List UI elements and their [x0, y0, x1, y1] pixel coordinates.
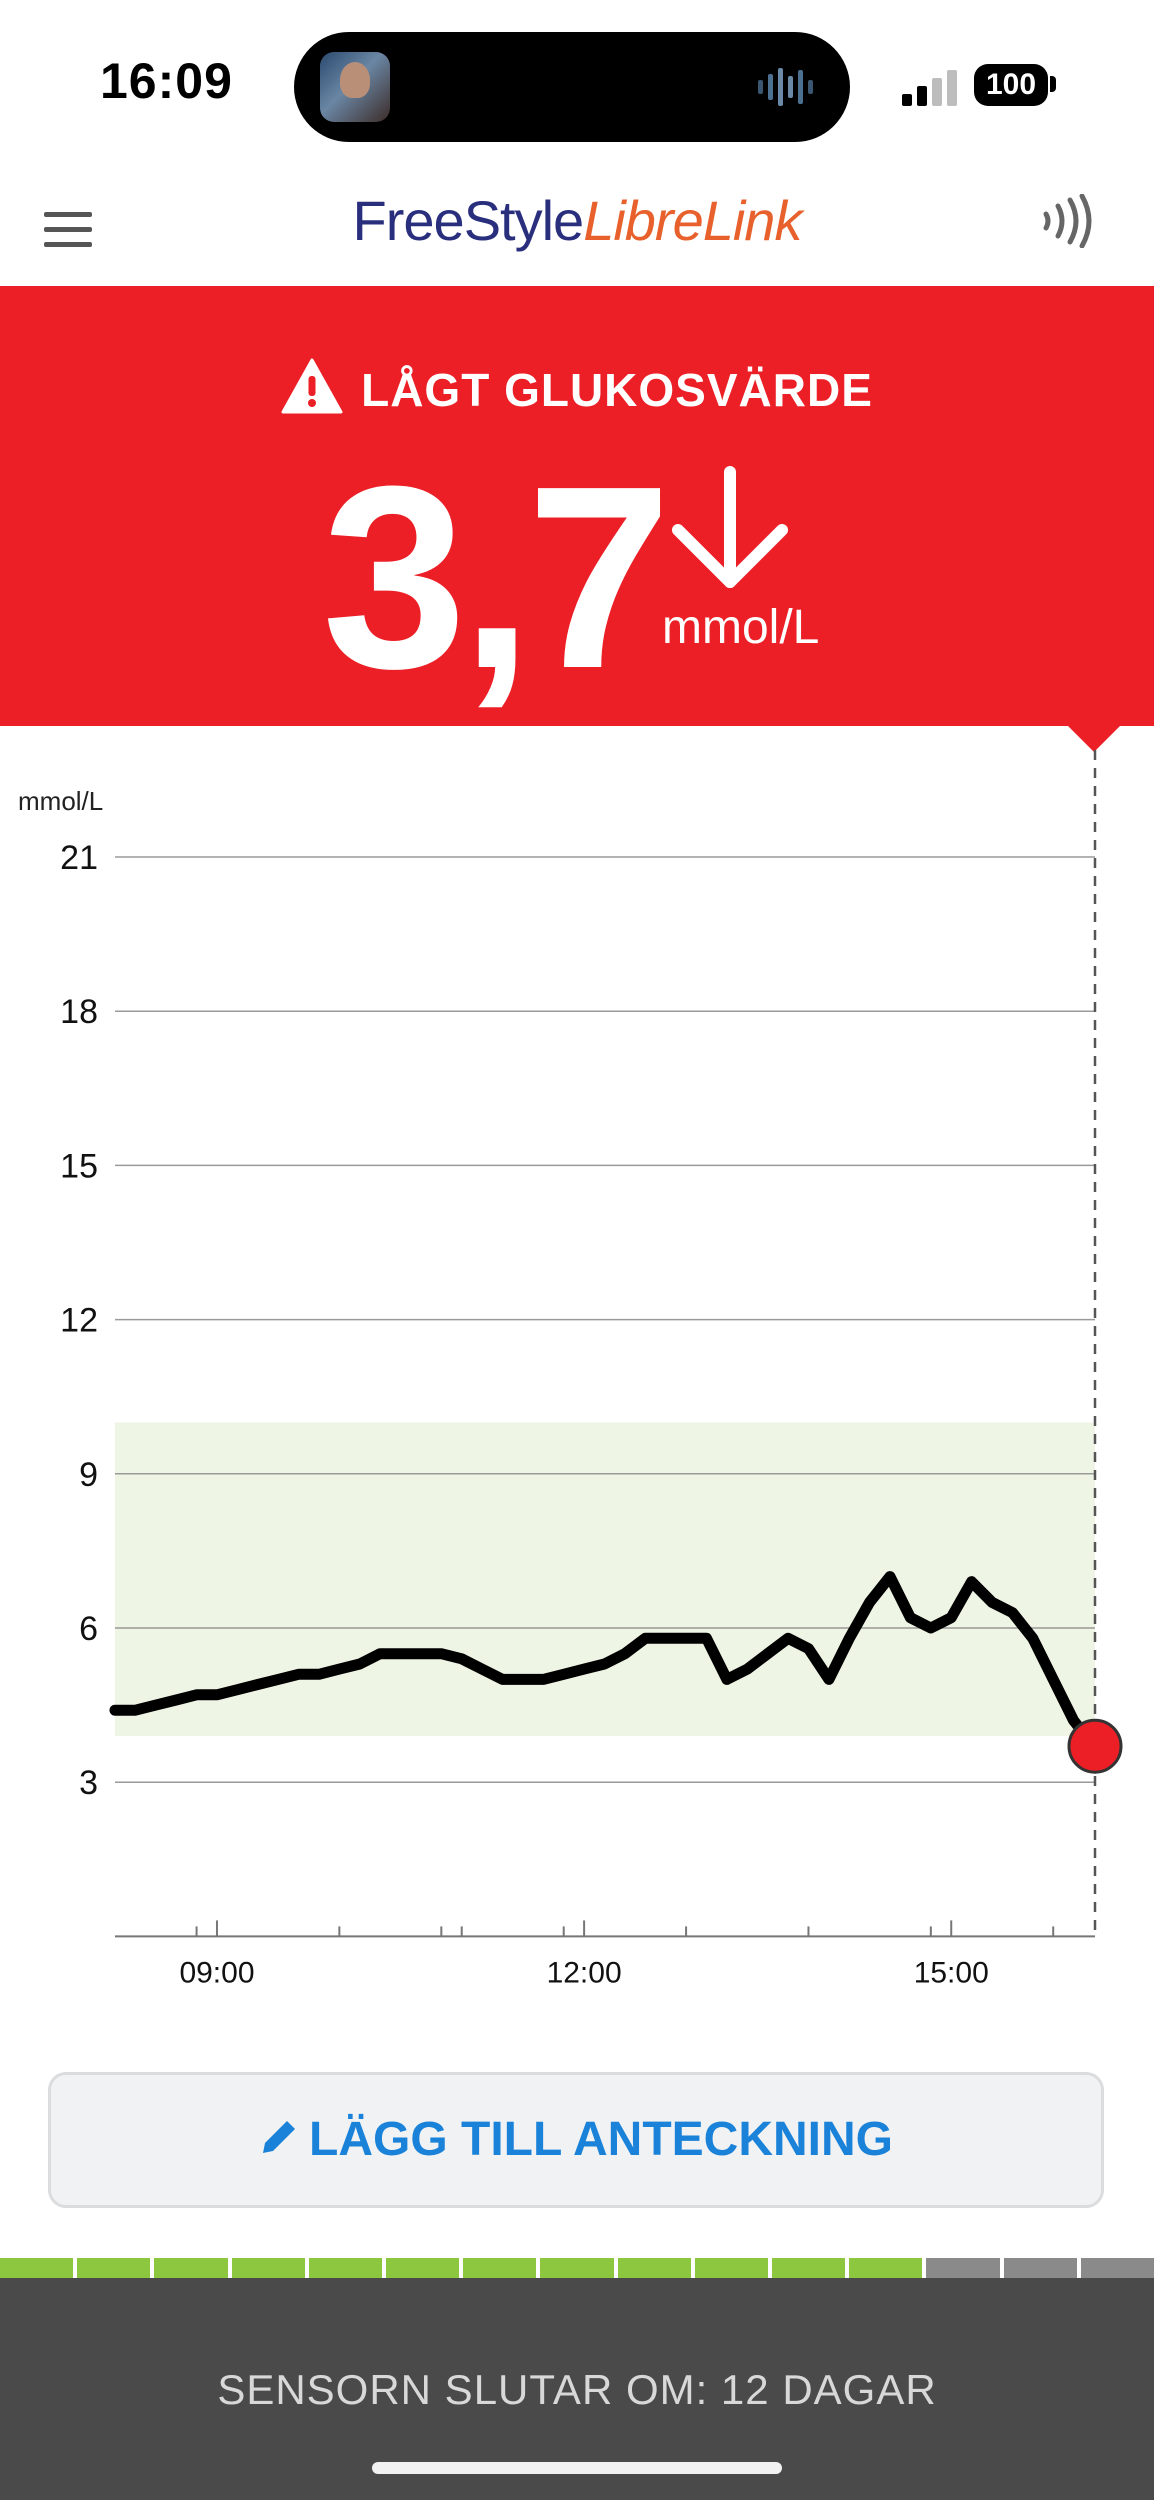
audio-waveform-icon: [758, 68, 813, 106]
sensor-expiry-text: SENSORN SLUTAR OM: 12 DAGAR: [217, 2366, 937, 2413]
sensor-life-bar: [0, 2258, 1154, 2278]
add-note-button[interactable]: LÄGG TILL ANTECKNING: [48, 2072, 1104, 2208]
brand-freestyle: FreeStyle: [352, 189, 585, 252]
glucose-chart[interactable]: 21 18 15 12 9 6 3 09:00 12:00 15:00: [0, 726, 1154, 2026]
app-logo: FreeStyleLibreLink: [0, 188, 1154, 253]
status-time: 16:09: [100, 53, 233, 109]
glucose-value: 3,7: [322, 433, 671, 723]
y-tick-label: 18: [60, 993, 98, 1031]
dynamic-island[interactable]: [294, 32, 850, 142]
sensor-segment-used: [231, 2258, 305, 2278]
home-indicator[interactable]: [372, 2462, 782, 2474]
y-tick-label: 15: [60, 1147, 98, 1185]
alert-title-row: LÅGT GLUKOSVÄRDE: [0, 358, 1154, 417]
sensor-segment-used: [694, 2258, 769, 2278]
current-glucose-point: [1067, 1718, 1123, 1774]
low-glucose-alert: LÅGT GLUKOSVÄRDE 3,7 mmol/L: [0, 286, 1154, 726]
sensor-segment-remaining: [926, 2258, 1000, 2278]
add-note-label: LÄGG TILL ANTECKNING: [309, 2113, 893, 2166]
sensor-segment-used: [0, 2258, 74, 2278]
y-tick-label: 9: [79, 1456, 98, 1494]
sensor-segment-used: [540, 2258, 614, 2278]
sensor-segment-used: [386, 2258, 460, 2278]
x-tick-label: 15:00: [914, 1956, 989, 1989]
trend-down-arrow-icon: [672, 466, 788, 588]
y-tick-label: 3: [79, 1764, 98, 1802]
now-playing-thumbnail: [320, 52, 390, 122]
battery-nub: [1050, 76, 1056, 92]
alert-title: LÅGT GLUKOSVÄRDE: [361, 364, 873, 416]
sensor-segment-used: [463, 2258, 537, 2278]
cellular-signal-icon: [902, 70, 957, 106]
glucose-unit: mmol/L: [662, 601, 820, 654]
pencil-icon: [263, 2121, 296, 2153]
y-tick-label: 21: [60, 839, 98, 877]
sensor-segment-used: [772, 2258, 846, 2278]
sensor-segment-used: [308, 2258, 383, 2278]
x-tick-label: 09:00: [179, 1956, 254, 1989]
warning-icon: [281, 358, 343, 414]
scan-sensor-icon[interactable]: [1040, 194, 1096, 248]
sensor-segment-used: [849, 2258, 923, 2278]
sensor-segment-remaining: [1003, 2258, 1077, 2278]
battery-indicator: 100: [974, 64, 1048, 106]
sensor-segment-used: [77, 2258, 151, 2278]
sensor-segment-used: [154, 2258, 228, 2278]
x-tick-label: 12:00: [547, 1956, 622, 1989]
y-tick-label: 12: [60, 1302, 98, 1340]
sensor-segment-used: [617, 2258, 691, 2278]
brand-librelink: LibreLink: [583, 189, 802, 252]
y-tick-label: 6: [79, 1610, 98, 1648]
sensor-segment-remaining: [1080, 2258, 1154, 2278]
